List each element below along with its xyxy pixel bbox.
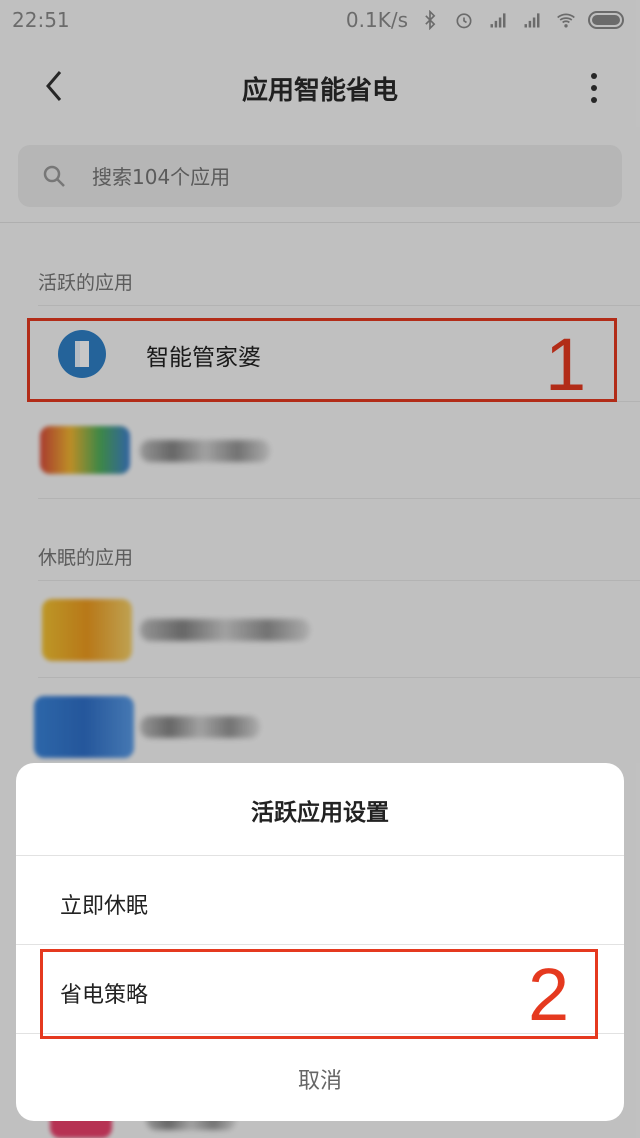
annotation-box-2 bbox=[40, 949, 598, 1039]
cancel-button[interactable]: 取消 bbox=[16, 1063, 624, 1095]
active-app-settings-dialog: 活跃应用设置 立即休眠 省电策略 取消 bbox=[16, 763, 624, 1121]
annotation-label-2: 2 bbox=[528, 953, 570, 1036]
dialog-divider bbox=[16, 855, 624, 856]
sleep-now-option[interactable]: 立即休眠 bbox=[60, 888, 148, 920]
dialog-divider bbox=[16, 944, 624, 945]
dialog-title: 活跃应用设置 bbox=[251, 800, 389, 826]
